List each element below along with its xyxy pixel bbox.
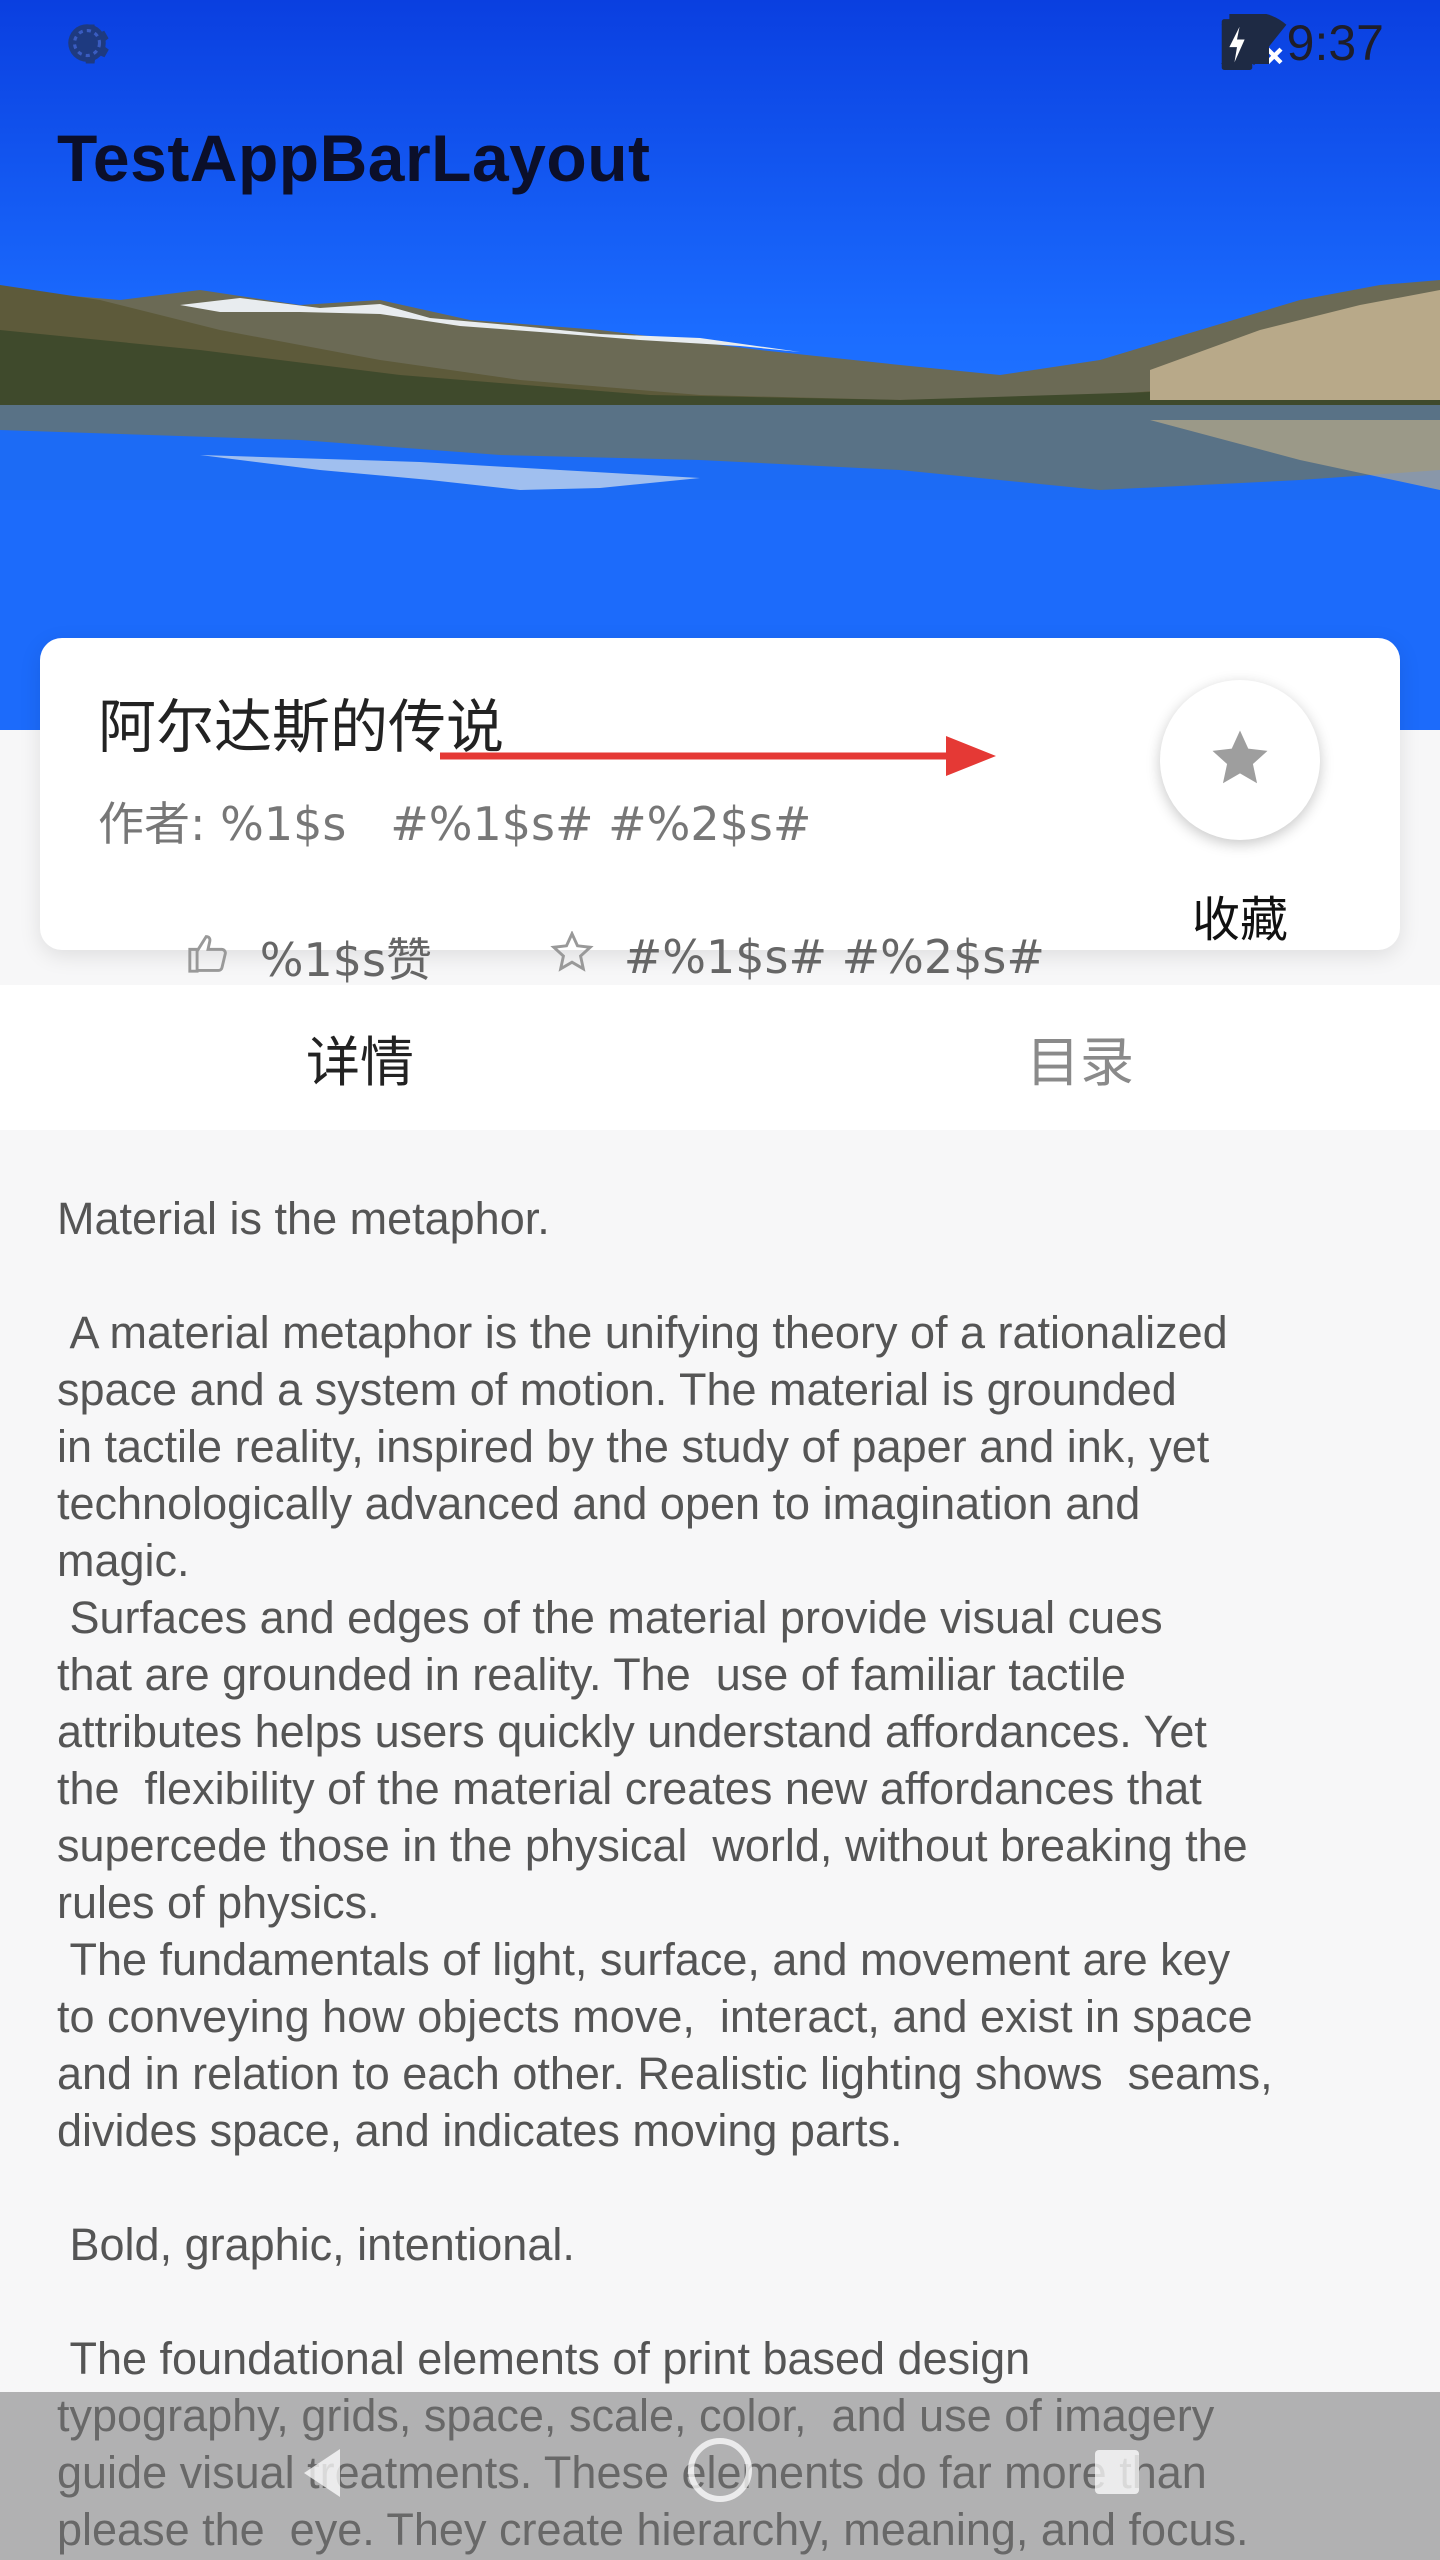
favorite-button[interactable] <box>1160 680 1320 840</box>
favorite-label[interactable]: 收藏 <box>1135 880 1345 950</box>
recent-apps-icon[interactable] <box>1095 2450 1139 2494</box>
tab-catalog[interactable]: 目录 <box>720 985 1440 1130</box>
red-arrow-annotation <box>440 736 996 776</box>
navigation-bar <box>0 2392 1440 2560</box>
tags-text: #%1$s# #%2$s# <box>623 930 1045 984</box>
tab-bar: 详情 目录 <box>0 985 1440 1130</box>
back-icon[interactable] <box>300 2447 344 2504</box>
header-image: 9:37 TestAppBarLayout <box>0 0 1440 730</box>
status-time: 9:37 <box>1286 15 1384 71</box>
status-bar: 9:37 <box>0 0 1440 84</box>
home-icon[interactable] <box>688 2438 752 2502</box>
author-line: 作者: %1$s #%1$s# #%2$s# <box>98 797 812 851</box>
likes-count: %1$s赞 <box>259 933 432 987</box>
article-text: Material is the metaphor. A material met… <box>57 1193 1273 2555</box>
app-title: TestAppBarLayout <box>57 121 651 195</box>
book-info-card: 阿尔达斯的传说 作者: %1$s #%1$s# #%2$s# %1$s赞 #%1… <box>40 638 1400 987</box>
lake-landscape-image <box>0 280 1440 730</box>
tab-details[interactable]: 详情 <box>0 985 720 1130</box>
star-icon <box>1207 726 1273 795</box>
